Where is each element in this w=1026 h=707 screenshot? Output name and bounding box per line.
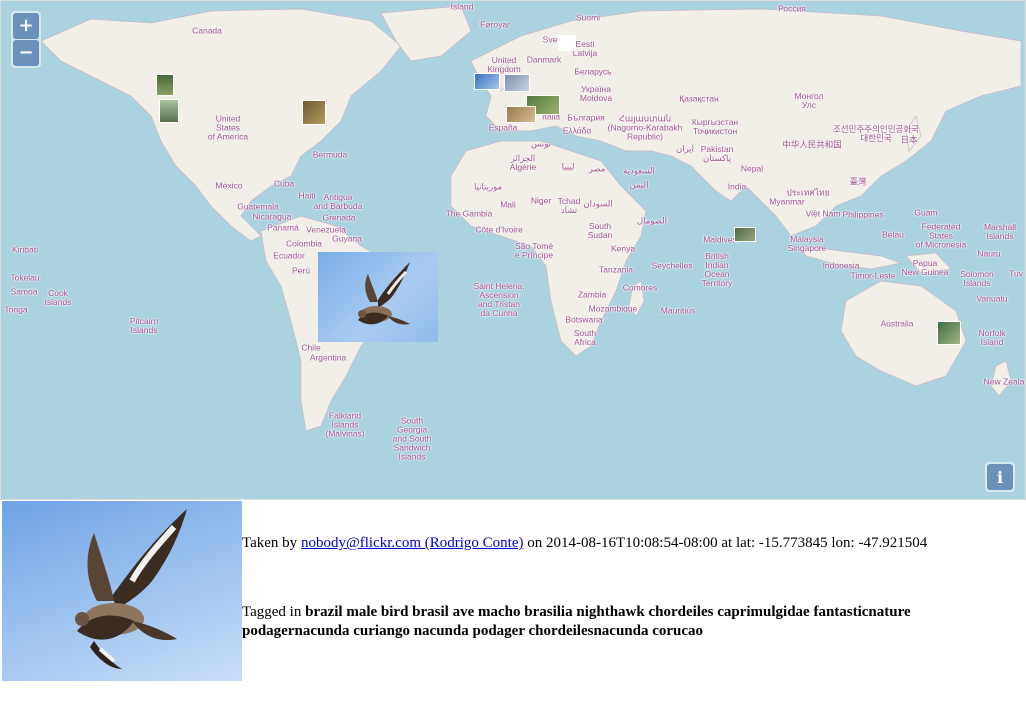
tags-line: Tagged in brazil male bird brasil ave ma… (242, 603, 1012, 641)
tag-list: brazil male bird brasil ave macho brasil… (242, 604, 911, 639)
photo-marker[interactable] (474, 73, 500, 90)
photo-marker[interactable] (734, 227, 756, 242)
photo-info: Taken by nobody@flickr.com (Rodrigo Cont… (242, 534, 1012, 641)
photo-marker[interactable] (156, 74, 174, 96)
photo-marker[interactable] (504, 74, 530, 92)
author-link[interactable]: nobody@flickr.com (Rodrigo Conte) (301, 535, 524, 551)
world-map[interactable]: Canada United States of America México C… (0, 0, 1026, 500)
info-button[interactable]: i (987, 464, 1013, 490)
photo-marker[interactable] (506, 106, 536, 123)
nighthawk-photo-icon (75, 509, 187, 669)
photo-marker[interactable] (937, 321, 961, 345)
detail-photo (2, 501, 242, 681)
photo-marker[interactable] (302, 100, 326, 125)
photo-marker[interactable] (159, 99, 179, 123)
taken-by-line: Taken by nobody@flickr.com (Rodrigo Cont… (242, 534, 1012, 553)
tagged-prefix: Tagged in (242, 604, 302, 620)
taken-date-location: on 2014-08-16T10:08:54-08:00 at lat: -15… (527, 535, 928, 551)
zoom-control: + − (11, 11, 41, 68)
photo-marker[interactable] (558, 35, 576, 51)
nighthawk-illustration (358, 262, 410, 325)
zoom-out-button[interactable]: − (13, 40, 39, 66)
zoom-in-button[interactable]: + (13, 13, 39, 39)
taken-by-prefix: Taken by (242, 535, 298, 551)
featured-photo-marker[interactable] (318, 252, 438, 342)
attribution-control: i (985, 462, 1015, 492)
photo-detail-panel: Taken by nobody@flickr.com (Rodrigo Cont… (0, 500, 1026, 707)
